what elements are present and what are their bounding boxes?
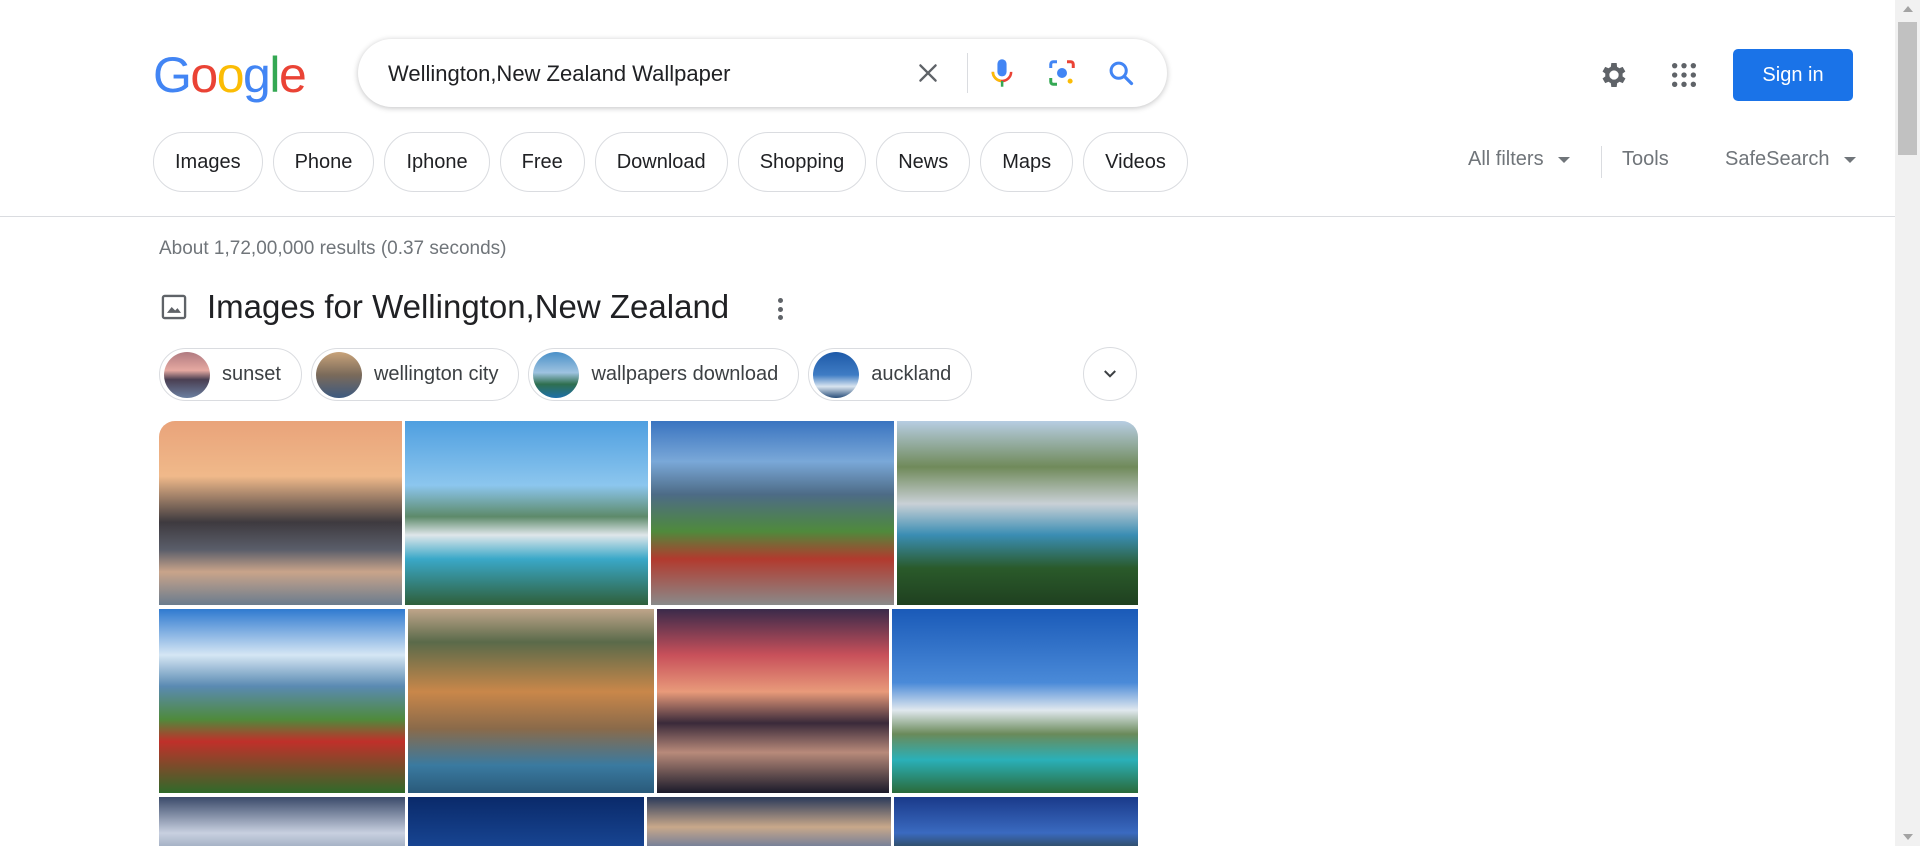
chip-maps[interactable]: Maps (980, 132, 1074, 192)
refinement-thumbnail (315, 351, 362, 398)
refinement-label: wallpapers download (591, 363, 779, 385)
chip-free[interactable]: Free (499, 132, 585, 192)
search-divider (967, 53, 968, 93)
search-chips: Images Phone Iphone Free Download Shoppi… (153, 132, 1188, 192)
refinement-thumbnail (533, 351, 580, 398)
expand-refinements-button[interactable] (1083, 347, 1137, 401)
image-results-grid (159, 421, 1138, 846)
image-icon (160, 293, 188, 326)
chevron-down-icon (1843, 156, 1856, 163)
google-logo[interactable]: Google (153, 50, 307, 100)
chip-iphone[interactable]: Iphone (384, 132, 490, 192)
refinement-thumbnail (813, 351, 860, 398)
refinement-chip[interactable]: wellington city (310, 348, 520, 401)
search-input[interactable]: Wellington,New Zealand Wallpaper (388, 61, 730, 87)
image-result[interactable] (657, 609, 889, 793)
chevron-down-icon (1104, 370, 1116, 378)
image-result[interactable] (651, 421, 894, 605)
scroll-up-arrow-icon[interactable] (1903, 6, 1913, 12)
more-options-icon[interactable] (774, 296, 786, 322)
search-box[interactable]: Wellington,New Zealand Wallpaper (358, 39, 1167, 107)
image-result[interactable] (159, 797, 405, 846)
image-result[interactable] (894, 797, 1138, 846)
image-result[interactable] (408, 797, 644, 846)
refinement-label: auckland (871, 363, 952, 385)
camera-lens-icon[interactable] (1042, 53, 1082, 93)
chip-download[interactable]: Download (594, 132, 728, 192)
image-result[interactable] (159, 609, 405, 793)
search-icon[interactable] (1101, 53, 1141, 93)
chip-videos[interactable]: Videos (1083, 132, 1188, 192)
image-result[interactable] (647, 797, 891, 846)
clear-icon[interactable] (908, 53, 948, 93)
safesearch-dropdown[interactable]: SafeSearch (1725, 148, 1856, 171)
safesearch-label: SafeSearch (1725, 148, 1830, 170)
all-filters-dropdown[interactable]: All filters (1468, 148, 1570, 171)
sign-in-button[interactable]: Sign in (1733, 49, 1853, 101)
image-refinements: sunset wellington city wallpapers downlo… (159, 348, 973, 401)
chip-shopping[interactable]: Shopping (737, 132, 867, 192)
header-divider (0, 216, 1895, 217)
chip-news[interactable]: News (876, 132, 971, 192)
scrollbar-thumb[interactable] (1898, 22, 1917, 155)
result-stats: About 1,72,00,000 results (0.37 seconds) (159, 238, 507, 259)
image-result[interactable] (159, 421, 402, 605)
tools-button[interactable]: Tools (1622, 148, 1669, 171)
refinement-thumbnail (164, 351, 210, 398)
refinement-chip[interactable]: wallpapers download (528, 348, 800, 401)
image-result[interactable] (897, 421, 1138, 605)
microphone-icon[interactable] (982, 53, 1022, 93)
chip-images[interactable]: Images (153, 132, 263, 192)
gear-icon[interactable] (1594, 55, 1634, 95)
apps-grid-icon[interactable] (1664, 55, 1704, 95)
refinement-label: wellington city (373, 363, 499, 385)
chevron-down-icon (1557, 156, 1570, 163)
scroll-down-arrow-icon[interactable] (1903, 834, 1913, 840)
refinement-chip[interactable]: sunset (159, 348, 302, 401)
refinement-label: sunset (222, 363, 281, 385)
image-result[interactable] (892, 609, 1138, 793)
all-filters-label: All filters (1468, 148, 1544, 170)
images-heading[interactable]: Images for Wellington,New Zealand (207, 288, 729, 326)
image-result[interactable] (408, 609, 654, 793)
image-result[interactable] (405, 421, 648, 605)
filters-divider (1601, 146, 1602, 178)
chip-phone[interactable]: Phone (272, 132, 375, 192)
refinement-chip[interactable]: auckland (808, 348, 973, 401)
